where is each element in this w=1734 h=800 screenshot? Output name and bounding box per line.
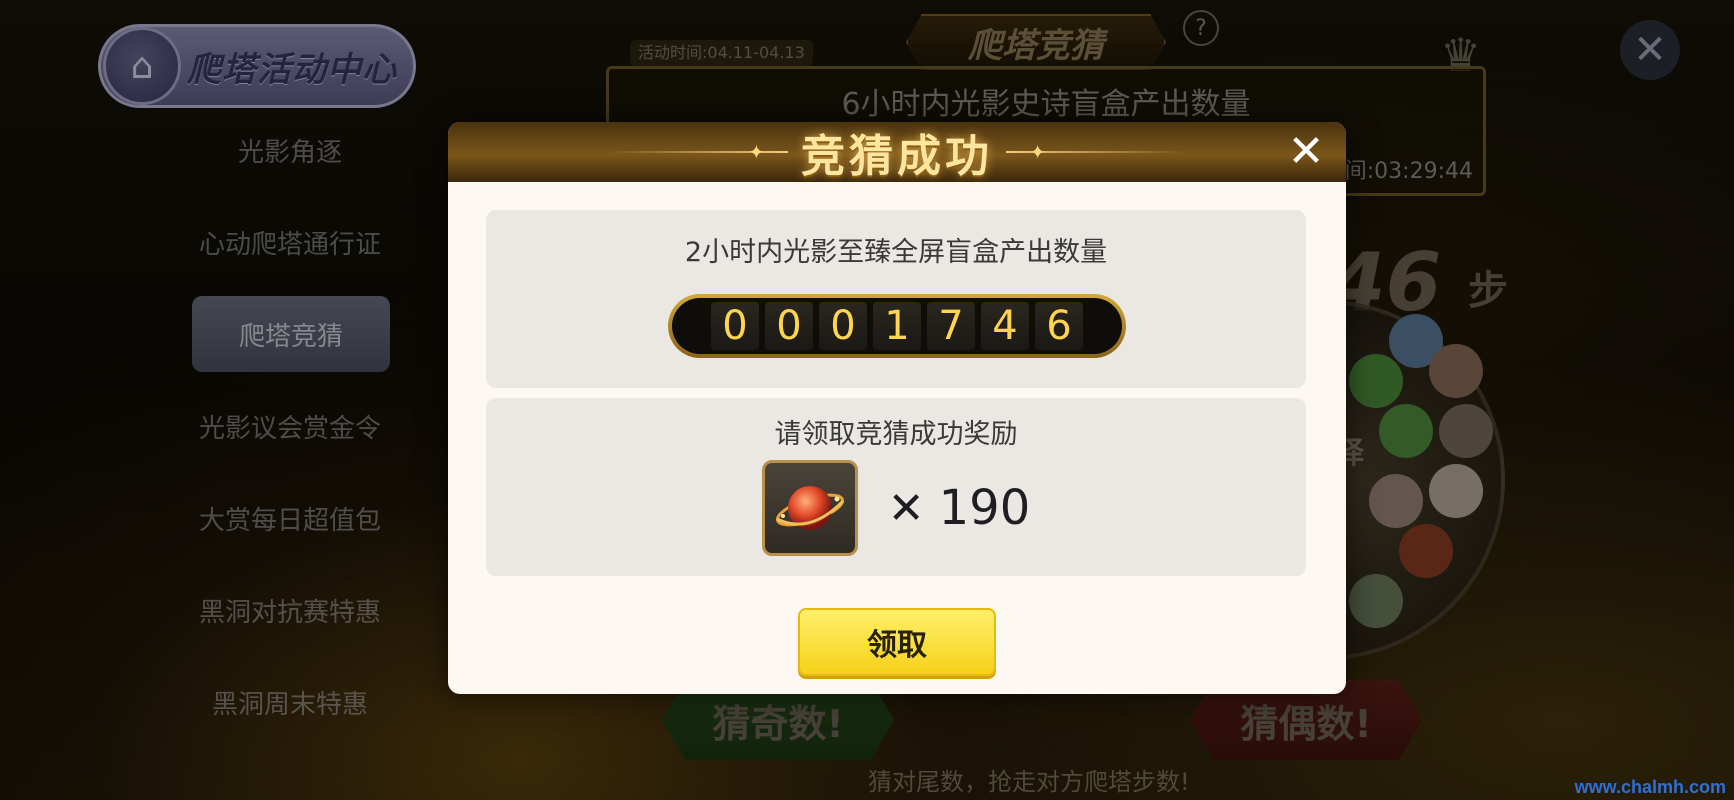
result-counter: 0 0 0 1 7 4 6 [668, 294, 1126, 358]
sparkle-icon: ✦ [748, 140, 765, 164]
close-icon[interactable]: ✕ [1284, 130, 1328, 174]
multiply-icon: ✕ [887, 482, 925, 534]
counter-digit: 4 [981, 302, 1029, 350]
counter-digit: 1 [873, 302, 921, 350]
counter-digit: 7 [927, 302, 975, 350]
result-card: 2小时内光影至臻全屏盲盒产出数量 0 0 0 1 7 4 6 [486, 210, 1306, 388]
reward-amount: 190 [938, 480, 1031, 536]
claim-button[interactable]: 领取 [798, 608, 996, 676]
reward-quantity: ✕ 190 [888, 480, 1031, 536]
counter-digit: 6 [1035, 302, 1083, 350]
dialog-title: 竞猜成功 [801, 131, 993, 182]
counter-digit: 0 [819, 302, 867, 350]
counter-digit: 0 [765, 302, 813, 350]
planet-icon[interactable] [761, 460, 858, 556]
guess-question: 2小时内光影至臻全屏盲盒产出数量 [684, 237, 1108, 268]
guess-success-dialog: ✦ 竞猜成功 ✦ ✕ 2小时内光影至臻全屏盲盒产出数量 0 0 0 1 7 4 … [448, 122, 1346, 694]
reward-prompt: 请领取竞猜成功奖励 [774, 419, 1018, 450]
sparkle-icon: ✦ [1029, 140, 1046, 164]
dialog-header: ✦ 竞猜成功 ✦ ✕ [448, 122, 1346, 182]
counter-digit: 0 [711, 302, 759, 350]
watermark: www.chalmh.com [1574, 777, 1726, 797]
reward-card: 请领取竞猜成功奖励 ✕ 190 [486, 398, 1306, 576]
